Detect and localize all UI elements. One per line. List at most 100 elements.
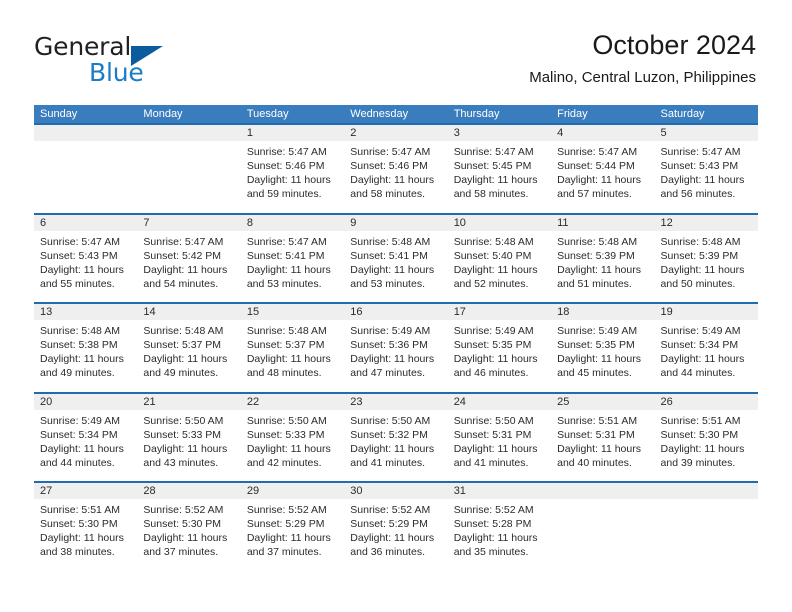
calendar-day-cell-empty bbox=[34, 125, 138, 213]
day-details: Sunrise: 5:47 AM Sunset: 5:46 PM Daylight:… bbox=[241, 141, 344, 201]
calendar-day-cell[interactable]: 25 Sunrise: 5:51 AM Sunset: 5:31 PM Dayligh… bbox=[551, 393, 655, 482]
weekday-header-sunday: Sunday bbox=[40, 108, 78, 120]
calendar-day-cell[interactable]: 22 Sunrise: 5:50 AM Sunset: 5:33 PM Dayligh… bbox=[240, 393, 345, 482]
sunrise-time: Sunrise: 5:47 AM bbox=[660, 146, 741, 158]
calendar-day-cell[interactable]: 4 Sunrise: 5:47 AM Sunset: 5:44 PM Daylight… bbox=[551, 125, 655, 213]
calendar-day-cell[interactable]: 7 Sunrise: 5:47 AM Sunset: 5:42 PM Daylight… bbox=[137, 214, 241, 303]
daylight-line-1: Daylight: 11 hours bbox=[453, 442, 538, 455]
calendar-day-cell[interactable]: 17 Sunrise: 5:49 AM Sunset: 5:35 PM Dayligh… bbox=[447, 304, 552, 392]
page-title: October 2024 bbox=[592, 30, 756, 60]
sunrise-time: Sunrise: 5:51 AM bbox=[557, 414, 638, 427]
day-number: 15 bbox=[240, 304, 345, 320]
sunrise-time: Sunrise: 5:48 AM bbox=[246, 325, 327, 337]
calendar-day-cell[interactable]: 30 Sunrise: 5:52 AM Sunset: 5:29 PM Dayligh… bbox=[344, 483, 448, 571]
calendar-day-cell[interactable]: 18 Sunrise: 5:49 AM Sunset: 5:35 PM Dayligh… bbox=[551, 304, 655, 392]
calendar-day-cell[interactable]: 11 Sunrise: 5:48 AM Sunset: 5:39 PM Dayligh… bbox=[551, 214, 655, 303]
sunset-time: Sunset: 5:30 PM bbox=[40, 518, 118, 530]
day-number: 28 bbox=[137, 483, 241, 499]
calendar-week-row: 20 Sunrise: 5:49 AM Sunset: 5:34 PM Dayligh… bbox=[34, 391, 758, 482]
daylight-line-1: Daylight: 11 hours bbox=[246, 532, 331, 544]
calendar-day-cell[interactable]: 15 Sunrise: 5:48 AM Sunset: 5:37 PM Dayligh… bbox=[240, 304, 345, 392]
calendar-day-cell[interactable]: 8 Sunrise: 5:47 AM Sunset: 5:41 PM Daylight… bbox=[240, 214, 345, 303]
day-details: Sunrise: 5:48 AM Sunset: 5:37 PM Daylight:… bbox=[137, 320, 240, 380]
calendar-day-cell[interactable]: 27 Sunrise: 5:51 AM Sunset: 5:30 PM Dayligh… bbox=[34, 483, 138, 571]
calendar-day-cell[interactable]: 20 Sunrise: 5:49 AM Sunset: 5:34 PM Dayligh… bbox=[34, 393, 138, 482]
calendar-day-cell[interactable]: 3 Sunrise: 5:47 AM Sunset: 5:45 PM Daylight… bbox=[447, 125, 552, 213]
sunset-time: Sunset: 5:29 PM bbox=[350, 518, 428, 530]
sunrise-time: Sunrise: 5:50 AM bbox=[453, 414, 534, 427]
calendar-day-cell[interactable]: 1 Sunrise: 5:47 AM Sunset: 5:46 PM Daylight… bbox=[240, 125, 345, 213]
calendar-week-row: 27 Sunrise: 5:51 AM Sunset: 5:30 PM Dayligh… bbox=[34, 481, 758, 571]
calendar-day-cell[interactable]: 28 Sunrise: 5:52 AM Sunset: 5:30 PM Dayligh… bbox=[137, 483, 241, 571]
day-number: 8 bbox=[240, 214, 345, 231]
day-details: Sunrise: 5:51 AM Sunset: 5:30 PM Daylight:… bbox=[34, 499, 137, 559]
sunrise-time: Sunrise: 5:49 AM bbox=[557, 325, 638, 337]
day-details: Sunrise: 5:47 AM Sunset: 5:42 PM Daylight:… bbox=[137, 231, 240, 291]
calendar-day-cell[interactable]: 24 Sunrise: 5:50 AM Sunset: 5:31 PM Dayligh… bbox=[447, 393, 552, 482]
calendar-day-cell[interactable]: 14 Sunrise: 5:48 AM Sunset: 5:37 PM Dayligh… bbox=[137, 304, 241, 392]
calendar-day-cell[interactable]: 2 Sunrise: 5:47 AM Sunset: 5:46 PM Daylight… bbox=[344, 125, 448, 213]
daylight-line-1: Daylight: 11 hours bbox=[246, 174, 331, 186]
sunrise-time: Sunrise: 5:49 AM bbox=[350, 325, 431, 337]
weekday-header-wednesday: Wednesday bbox=[350, 108, 409, 120]
day-number: 1 bbox=[240, 125, 345, 141]
day-number bbox=[654, 483, 758, 499]
daylight-line-2: and 41 minutes. bbox=[453, 456, 529, 469]
daylight-line-2: and 35 minutes. bbox=[453, 546, 529, 558]
daylight-line-2: and 41 minutes. bbox=[350, 456, 425, 469]
day-details: Sunrise: 5:49 AM Sunset: 5:35 PM Daylight:… bbox=[448, 320, 551, 380]
day-number: 6 bbox=[34, 214, 138, 231]
sunrise-time: Sunrise: 5:48 AM bbox=[660, 235, 741, 248]
day-number: 2 bbox=[344, 125, 448, 141]
daylight-line-2: and 46 minutes. bbox=[453, 367, 529, 379]
sunset-time: Sunset: 5:41 PM bbox=[350, 249, 428, 262]
calendar-day-cell[interactable]: 21 Sunrise: 5:50 AM Sunset: 5:33 PM Dayligh… bbox=[137, 393, 241, 482]
sunrise-time: Sunrise: 5:47 AM bbox=[246, 146, 327, 158]
daylight-line-1: Daylight: 11 hours bbox=[40, 353, 124, 365]
day-number: 16 bbox=[344, 304, 448, 320]
day-number: 12 bbox=[654, 214, 758, 231]
daylight-line-2: and 59 minutes. bbox=[246, 188, 322, 200]
general-blue-logo: General Blue bbox=[34, 32, 234, 88]
day-number: 22 bbox=[240, 393, 345, 410]
sunset-time: Sunset: 5:35 PM bbox=[557, 339, 635, 351]
calendar-day-cell[interactable]: 26 Sunrise: 5:51 AM Sunset: 5:30 PM Dayligh… bbox=[654, 393, 758, 482]
calendar-day-cell[interactable]: 5 Sunrise: 5:47 AM Sunset: 5:43 PM Daylight… bbox=[654, 125, 758, 213]
daylight-line-2: and 44 minutes. bbox=[40, 456, 115, 469]
daylight-line-1: Daylight: 11 hours bbox=[40, 442, 124, 455]
sunrise-time: Sunrise: 5:48 AM bbox=[453, 235, 534, 248]
day-number: 7 bbox=[137, 214, 241, 231]
daylight-line-2: and 43 minutes. bbox=[143, 456, 219, 469]
day-number: 30 bbox=[344, 483, 448, 499]
sunset-time: Sunset: 5:42 PM bbox=[143, 249, 222, 262]
calendar-day-cell[interactable]: 31 Sunrise: 5:52 AM Sunset: 5:28 PM Dayligh… bbox=[447, 483, 552, 571]
calendar-day-cell[interactable]: 23 Sunrise: 5:50 AM Sunset: 5:32 PM Dayligh… bbox=[344, 393, 448, 482]
calendar-day-cell[interactable]: 10 Sunrise: 5:48 AM Sunset: 5:40 PM Dayligh… bbox=[447, 214, 552, 303]
daylight-line-2: and 38 minutes. bbox=[40, 546, 115, 558]
weekday-header-row: Sunday Monday Tuesday Wednesday Thursday Frid… bbox=[34, 105, 758, 123]
weekday-header-monday: Monday bbox=[143, 108, 183, 120]
sunrise-time: Sunrise: 5:50 AM bbox=[143, 414, 224, 427]
calendar-day-cell[interactable]: 6 Sunrise: 5:47 AM Sunset: 5:43 PM Daylight… bbox=[34, 214, 138, 303]
daylight-line-1: Daylight: 11 hours bbox=[246, 353, 331, 365]
calendar-day-cell[interactable]: 29 Sunrise: 5:52 AM Sunset: 5:29 PM Dayligh… bbox=[240, 483, 345, 571]
sunset-time: Sunset: 5:35 PM bbox=[453, 339, 532, 351]
daylight-line-1: Daylight: 11 hours bbox=[143, 532, 228, 544]
calendar-day-cell[interactable]: 13 Sunrise: 5:48 AM Sunset: 5:38 PM Dayligh… bbox=[34, 304, 138, 392]
sunset-time: Sunset: 5:45 PM bbox=[453, 160, 532, 172]
sunrise-time: Sunrise: 5:51 AM bbox=[660, 414, 741, 427]
calendar-day-cell[interactable]: 16 Sunrise: 5:49 AM Sunset: 5:36 PM Dayligh… bbox=[344, 304, 448, 392]
logo-text-general: General bbox=[34, 32, 132, 61]
daylight-line-1: Daylight: 11 hours bbox=[557, 353, 641, 365]
calendar-day-cell[interactable]: 12 Sunrise: 5:48 AM Sunset: 5:39 PM Dayligh… bbox=[654, 214, 758, 303]
daylight-line-2: and 56 minutes. bbox=[660, 188, 736, 200]
calendar-grid: Sunday Monday Tuesday Wednesday Thursday Frid… bbox=[34, 105, 758, 571]
calendar-day-cell[interactable]: 9 Sunrise: 5:48 AM Sunset: 5:41 PM Daylight… bbox=[344, 214, 448, 303]
daylight-line-1: Daylight: 11 hours bbox=[453, 174, 538, 186]
calendar-day-cell-empty bbox=[654, 483, 758, 571]
sunrise-time: Sunrise: 5:49 AM bbox=[660, 325, 741, 337]
logo-text-blue: Blue bbox=[89, 58, 144, 87]
day-details: Sunrise: 5:47 AM Sunset: 5:41 PM Daylight:… bbox=[241, 231, 344, 291]
calendar-day-cell[interactable]: 19 Sunrise: 5:49 AM Sunset: 5:34 PM Dayligh… bbox=[654, 304, 758, 392]
day-number: 24 bbox=[447, 393, 552, 410]
